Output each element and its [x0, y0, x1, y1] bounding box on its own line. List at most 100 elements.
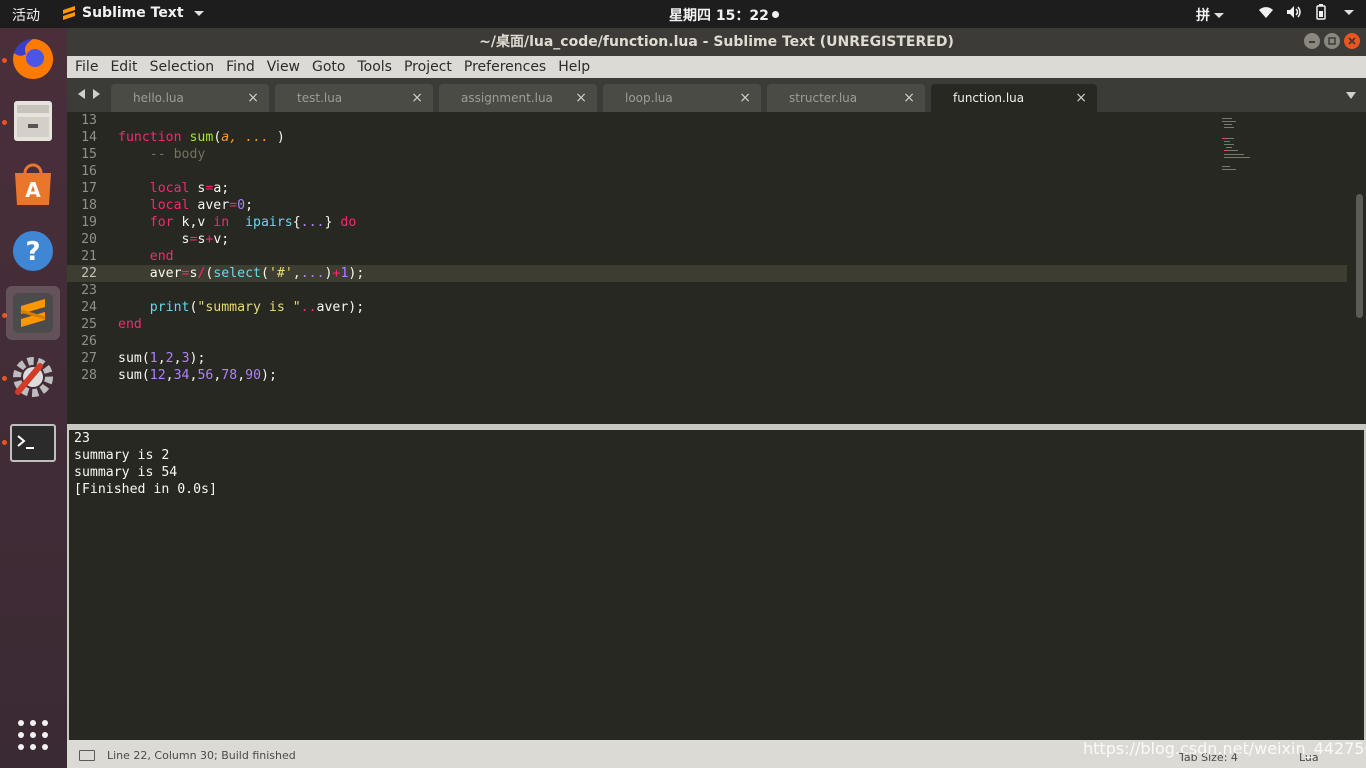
- menu-find[interactable]: Find: [220, 56, 261, 78]
- tab-structer-lua[interactable]: structer.lua ×: [767, 84, 925, 112]
- menu-view[interactable]: View: [261, 56, 306, 78]
- tab-test-lua[interactable]: test.lua ×: [275, 84, 433, 112]
- sublime-text-icon: [63, 6, 75, 20]
- line-number: 23: [81, 283, 97, 298]
- tab-hello-lua[interactable]: hello.lua ×: [111, 84, 269, 112]
- launcher-software[interactable]: A: [6, 158, 60, 212]
- token: ..: [300, 300, 317, 315]
- activities-button[interactable]: 活动: [12, 5, 40, 25]
- token: ...: [245, 130, 269, 145]
- minimap[interactable]: [1222, 116, 1256, 176]
- launcher-show-applications[interactable]: [6, 708, 60, 762]
- token: =: [229, 198, 238, 213]
- menu-help[interactable]: Help: [552, 56, 596, 78]
- code-line: 13: [67, 112, 1347, 129]
- menu-bar: File Edit Selection Find View Goto Tools…: [67, 56, 1366, 78]
- token: sum(: [118, 368, 150, 383]
- token: );: [261, 368, 277, 383]
- token: 56: [197, 368, 214, 383]
- sublime-text-icon: [13, 293, 53, 333]
- tab-assignment-lua[interactable]: assignment.lua ×: [439, 84, 597, 112]
- menu-tools[interactable]: Tools: [351, 56, 398, 78]
- tab-close-icon[interactable]: ×: [739, 84, 751, 112]
- token: "summary is ": [197, 300, 301, 315]
- launcher-sublime-text[interactable]: [6, 286, 60, 340]
- chevron-down-icon: [1344, 9, 1354, 15]
- token: 78: [221, 368, 238, 383]
- firefox-icon: [13, 38, 54, 79]
- minimize-button[interactable]: [1304, 33, 1320, 49]
- token: ,: [173, 351, 182, 366]
- app-menu[interactable]: Sublime Text: [62, 5, 204, 21]
- token: );: [189, 351, 206, 366]
- code-line: 15 -- body: [67, 146, 1347, 163]
- tab-close-icon[interactable]: ×: [1075, 84, 1087, 112]
- tab-close-icon[interactable]: ×: [903, 84, 915, 112]
- launcher-firefox[interactable]: [6, 32, 60, 86]
- tab-loop-lua[interactable]: loop.lua ×: [603, 84, 761, 112]
- code-line: 21 end: [67, 248, 1347, 265]
- tab-label: test.lua: [297, 91, 343, 105]
- svg-text:A: A: [25, 178, 41, 202]
- launcher-help[interactable]: ?: [6, 224, 60, 278]
- code-text: sum(1,2,3);: [118, 350, 205, 367]
- build-output-panel[interactable]: 23 summary is 2 summary is 54 [Finished …: [67, 430, 1364, 740]
- line-number: 14: [81, 130, 97, 145]
- code-line: 26: [67, 333, 1347, 350]
- panel-toggle-icon[interactable]: [79, 750, 95, 761]
- token: 90: [245, 368, 262, 383]
- code-line: 18 local aver=0;: [67, 197, 1347, 214]
- launcher-terminal[interactable]: [6, 416, 60, 470]
- tab-overflow-icon[interactable]: [1346, 92, 1356, 99]
- token: 3: [181, 351, 190, 366]
- token: aver: [149, 266, 182, 281]
- editor-scrollbar[interactable]: [1356, 194, 1363, 318]
- tab-function-lua[interactable]: function.lua ×: [931, 84, 1097, 112]
- tab-back-icon[interactable]: [77, 89, 87, 99]
- system-tray[interactable]: [1258, 4, 1354, 20]
- maximize-button[interactable]: [1324, 33, 1340, 49]
- token: ,: [229, 130, 246, 145]
- menu-preferences[interactable]: Preferences: [458, 56, 552, 78]
- help-icon: ?: [13, 231, 53, 271]
- tab-close-icon[interactable]: ×: [575, 84, 587, 112]
- code-line: 20 s=s+v;: [67, 231, 1347, 248]
- tab-close-icon[interactable]: ×: [411, 84, 423, 112]
- code-text: aver=s/(select('#',...)+1);: [118, 265, 365, 282]
- tab-forward-icon[interactable]: [91, 89, 101, 99]
- maximize-icon: [1328, 37, 1336, 45]
- clock[interactable]: 星期四 15：22: [669, 5, 779, 25]
- token: sum(: [118, 351, 150, 366]
- token: v;: [213, 232, 230, 247]
- token: aver: [189, 198, 230, 213]
- window-titlebar[interactable]: ~/桌面/lua_code/function.lua - Sublime Tex…: [67, 28, 1366, 56]
- tab-close-icon[interactable]: ×: [247, 84, 259, 112]
- token: {: [292, 215, 301, 230]
- code-line: 16: [67, 163, 1347, 180]
- close-window-button[interactable]: [1344, 33, 1360, 49]
- code-line: 25 end: [67, 316, 1347, 333]
- token: ): [268, 130, 285, 145]
- line-number: 22: [81, 266, 97, 281]
- token: a;: [213, 181, 230, 196]
- line-number: 25: [81, 317, 97, 332]
- menu-selection[interactable]: Selection: [144, 56, 221, 78]
- menu-file[interactable]: File: [69, 56, 104, 78]
- input-method-menu[interactable]: 拼: [1196, 5, 1224, 25]
- launcher-system-settings[interactable]: [6, 350, 60, 404]
- menu-edit[interactable]: Edit: [104, 56, 143, 78]
- clock-label: 星期四 15：22: [669, 8, 769, 24]
- notification-dot-icon: [771, 11, 779, 18]
- line-number: 15: [81, 147, 97, 162]
- menu-project[interactable]: Project: [398, 56, 458, 78]
- token: k,v: [173, 215, 214, 230]
- launcher-files[interactable]: [6, 94, 60, 148]
- input-method-label: 拼: [1196, 8, 1210, 24]
- token: ;: [245, 198, 254, 213]
- code-editor[interactable]: 13 14 function sum(a, ... ) 15 -- body 16…: [67, 112, 1366, 424]
- menu-goto[interactable]: Goto: [306, 56, 351, 78]
